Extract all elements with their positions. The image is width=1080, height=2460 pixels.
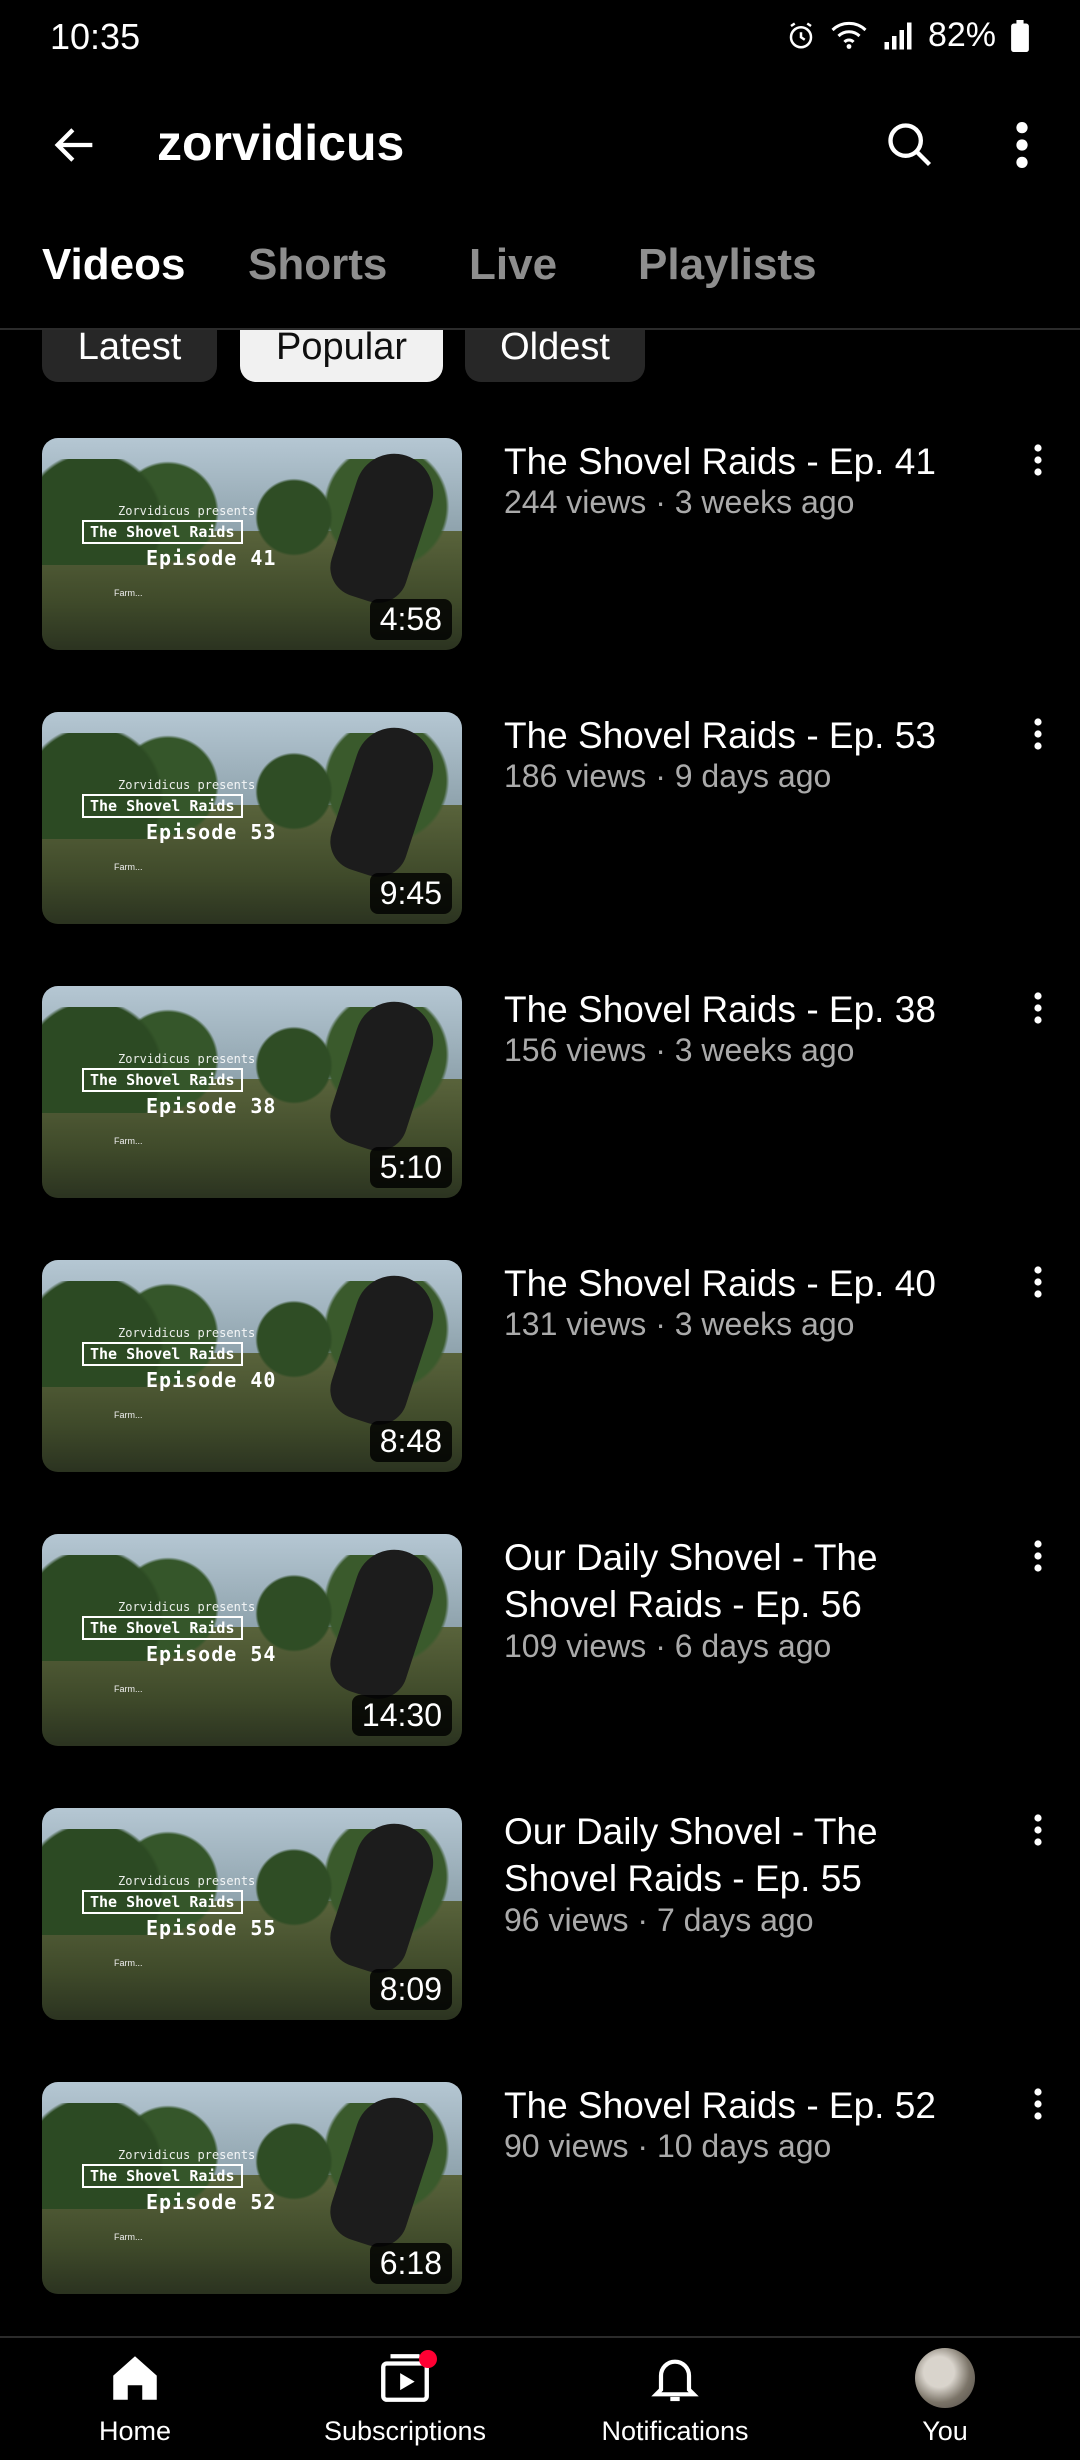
- more-vert-icon: [1034, 718, 1042, 750]
- video-duration: 14:30: [351, 1695, 452, 1736]
- nav-home-label: Home: [98, 2416, 172, 2446]
- thumbnail-overlay-text: Zorvidicus presents The Shovel Raids Episo…: [82, 1874, 276, 1940]
- video-item[interactable]: Zorvidicus presents The Shovel Raids Episo…: [0, 438, 1080, 678]
- battery-level: 82%: [927, 16, 996, 54]
- thumbnail-overlay-text: Zorvidicus presents The Shovel Raids Episo…: [82, 1326, 276, 1392]
- more-vert-icon: [1016, 122, 1028, 168]
- back-arrow-icon: [54, 128, 93, 162]
- home-icon: [113, 2356, 157, 2400]
- nav-you-label: You: [922, 2416, 968, 2446]
- sort-chips: Latest Popular Oldest: [0, 330, 1080, 386]
- more-vert-icon: [1034, 1814, 1042, 1846]
- thumbnail-overlay-text: Zorvidicus presents The Shovel Raids Episo…: [82, 778, 276, 844]
- search-button[interactable]: [875, 110, 945, 180]
- chip-popular[interactable]: Popular: [240, 330, 443, 382]
- video-more-button[interactable]: [1018, 1538, 1058, 1598]
- nav-home[interactable]: Home: [35, 2348, 235, 2458]
- video-thumbnail[interactable]: Zorvidicus presents The Shovel Raids Episo…: [42, 986, 462, 1198]
- chip-oldest[interactable]: Oldest: [465, 330, 645, 382]
- video-thumbnail[interactable]: Zorvidicus presents The Shovel Raids Episo…: [42, 712, 462, 924]
- video-title[interactable]: The Shovel Raids - Ep. 41: [504, 438, 984, 485]
- video-meta: 109 views · 6 days ago: [504, 1628, 832, 1664]
- status-bar: 10:35 82%: [0, 0, 1080, 80]
- video-meta: 131 views · 3 weeks ago: [504, 1306, 855, 1342]
- more-vert-icon: [1034, 992, 1042, 1024]
- more-vert-icon: [1034, 1266, 1042, 1298]
- thumbnail-overlay-text: Zorvidicus presents The Shovel Raids Episo…: [82, 2148, 276, 2214]
- video-item[interactable]: Zorvidicus presents The Shovel Raids Episo…: [0, 1534, 1080, 1774]
- avatar: [915, 2348, 975, 2408]
- new-content-badge: [419, 2350, 437, 2368]
- app-root: 10:35 82% zorvidicus Videos Shorts Live …: [0, 0, 1080, 2460]
- video-duration: 6:18: [369, 2243, 452, 2284]
- back-button[interactable]: [40, 110, 110, 180]
- video-item[interactable]: Zorvidicus presents The Shovel Raids Episo…: [0, 1808, 1080, 2048]
- video-more-button[interactable]: [1018, 716, 1058, 776]
- video-meta: 244 views · 3 weeks ago: [504, 484, 855, 520]
- bell-icon: [651, 2359, 699, 2402]
- alarm-icon: [786, 21, 816, 51]
- more-options-button[interactable]: [987, 110, 1057, 180]
- video-meta: 96 views · 7 days ago: [504, 1902, 814, 1938]
- chip-latest[interactable]: Latest: [42, 330, 217, 382]
- video-thumbnail[interactable]: Zorvidicus presents The Shovel Raids Episo…: [42, 438, 462, 650]
- tab-shorts[interactable]: Shorts: [248, 240, 387, 290]
- video-meta: 186 views · 9 days ago: [504, 758, 832, 794]
- status-icons: 82%: [786, 16, 1030, 55]
- bottom-navigation: Home Subscriptions Notifications You: [0, 2336, 1080, 2460]
- video-item[interactable]: Zorvidicus presents The Shovel Raids Episo…: [0, 1260, 1080, 1500]
- thumbnail-overlay-text: Zorvidicus presents The Shovel Raids Episo…: [82, 504, 276, 570]
- more-vert-icon: [1034, 2088, 1042, 2120]
- video-more-button[interactable]: [1018, 442, 1058, 502]
- video-duration: 8:09: [369, 1969, 452, 2010]
- app-bar: zorvidicus: [0, 90, 1080, 190]
- status-time: 10:35: [50, 16, 141, 57]
- video-duration: 4:58: [369, 599, 452, 640]
- video-item[interactable]: Zorvidicus presents The Shovel Raids Episo…: [0, 986, 1080, 1226]
- video-more-button[interactable]: [1018, 990, 1058, 1050]
- video-duration: 8:48: [369, 1421, 452, 1462]
- video-duration: 9:45: [369, 873, 452, 914]
- more-vert-icon: [1034, 444, 1042, 476]
- search-icon: [888, 123, 932, 167]
- video-meta: 156 views · 3 weeks ago: [504, 1032, 855, 1068]
- thumbnail-overlay-text: Zorvidicus presents The Shovel Raids Episo…: [82, 1052, 276, 1118]
- channel-title: zorvidicus: [157, 115, 405, 171]
- video-title[interactable]: The Shovel Raids - Ep. 52: [504, 2082, 984, 2129]
- video-title[interactable]: The Shovel Raids - Ep. 53: [504, 712, 984, 759]
- tab-videos[interactable]: Videos: [42, 240, 185, 290]
- video-meta: 90 views · 10 days ago: [504, 2128, 832, 2164]
- nav-subscriptions-label: Subscriptions: [323, 2416, 487, 2446]
- video-title[interactable]: The Shovel Raids - Ep. 38: [504, 986, 984, 1033]
- signal-icon: [882, 21, 914, 51]
- video-item[interactable]: Zorvidicus presents The Shovel Raids Episo…: [0, 2082, 1080, 2322]
- battery-icon: [1010, 19, 1030, 52]
- video-more-button[interactable]: [1018, 1812, 1058, 1872]
- video-thumbnail[interactable]: Zorvidicus presents The Shovel Raids Episo…: [42, 2082, 462, 2294]
- tab-playlists[interactable]: Playlists: [638, 240, 817, 290]
- wifi-icon: [830, 21, 868, 51]
- video-duration: 5:10: [369, 1147, 452, 1188]
- video-thumbnail[interactable]: Zorvidicus presents The Shovel Raids Episo…: [42, 1260, 462, 1472]
- video-thumbnail[interactable]: Zorvidicus presents The Shovel Raids Episo…: [42, 1534, 462, 1746]
- channel-tabs: Videos Shorts Live Playlists: [0, 232, 1080, 330]
- thumbnail-overlay-text: Zorvidicus presents The Shovel Raids Episo…: [82, 1600, 276, 1666]
- tab-live[interactable]: Live: [469, 240, 557, 290]
- video-title[interactable]: Our Daily Shovel - The Shovel Raids - Ep…: [504, 1808, 984, 1902]
- nav-notifications-label: Notifications: [601, 2416, 749, 2446]
- video-more-button[interactable]: [1018, 2086, 1058, 2146]
- video-thumbnail[interactable]: Zorvidicus presents The Shovel Raids Episo…: [42, 1808, 462, 2020]
- more-vert-icon: [1034, 1540, 1042, 1572]
- video-item[interactable]: Zorvidicus presents The Shovel Raids Episo…: [0, 712, 1080, 952]
- video-more-button[interactable]: [1018, 1264, 1058, 1324]
- nav-subscriptions[interactable]: Subscriptions: [305, 2348, 505, 2458]
- video-title[interactable]: The Shovel Raids - Ep. 40: [504, 1260, 984, 1307]
- nav-notifications[interactable]: Notifications: [575, 2348, 775, 2458]
- nav-you[interactable]: You: [845, 2348, 1045, 2458]
- video-title[interactable]: Our Daily Shovel - The Shovel Raids - Ep…: [504, 1534, 984, 1628]
